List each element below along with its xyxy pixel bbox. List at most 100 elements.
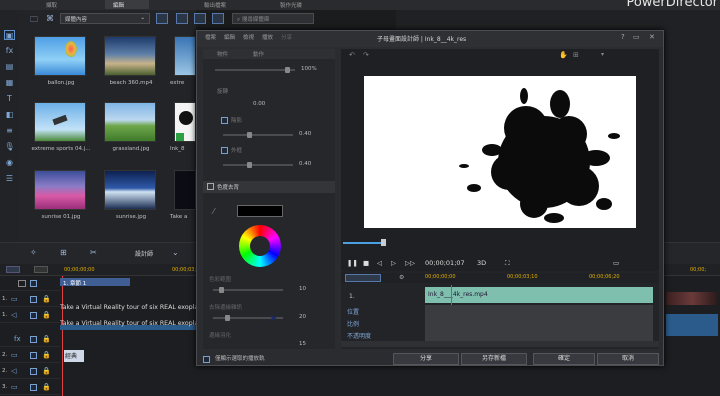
border-slider[interactable] bbox=[223, 164, 293, 166]
shadow-checkbox[interactable] bbox=[221, 117, 228, 124]
fit-button[interactable] bbox=[34, 266, 48, 273]
track-enable-checkbox[interactable] bbox=[30, 368, 37, 375]
scrub-progress[interactable] bbox=[343, 242, 383, 244]
tab-output[interactable]: 輸出檔案 bbox=[196, 0, 234, 9]
chroma-key-section[interactable]: 色度去背 bbox=[203, 181, 335, 193]
next-frame-icon[interactable]: ▷ bbox=[391, 259, 396, 267]
scissors-icon[interactable]: ✂ bbox=[90, 248, 97, 257]
3d-mode-button[interactable]: 3D bbox=[477, 259, 486, 267]
denoise-knob[interactable] bbox=[225, 315, 230, 321]
preview-canvas[interactable] bbox=[364, 76, 636, 228]
kf-row-position[interactable]: 位置 bbox=[347, 307, 359, 316]
thumb-ink[interactable] bbox=[174, 102, 196, 142]
fullscreen-icon[interactable]: ⛶ bbox=[505, 259, 510, 268]
save-as-button[interactable]: 另存新檔 bbox=[461, 353, 527, 365]
share-button[interactable]: 分享 bbox=[393, 353, 459, 365]
track-enable-checkbox[interactable] bbox=[30, 312, 37, 319]
sparkle-icon[interactable]: ✧ bbox=[30, 248, 37, 257]
thumb-take-a[interactable] bbox=[174, 170, 196, 210]
chroma-key-checkbox[interactable] bbox=[207, 183, 214, 190]
key-color-swatch[interactable] bbox=[237, 205, 283, 217]
zoom-dropdown[interactable]: ▾ bbox=[601, 51, 604, 58]
thumb-ballon[interactable] bbox=[34, 36, 86, 76]
settings-icon[interactable]: ⚙ bbox=[399, 274, 404, 281]
audio-waveform-clip[interactable] bbox=[666, 314, 718, 336]
stop-icon[interactable]: ■ bbox=[363, 259, 369, 267]
kf-row-scale[interactable]: 比例 bbox=[347, 319, 359, 328]
tab-capture[interactable]: 擷取 bbox=[38, 0, 65, 9]
film-strip-clip[interactable] bbox=[666, 292, 718, 305]
layout-icon[interactable]: ⊞ bbox=[60, 248, 67, 257]
tab-object[interactable]: 物件 bbox=[217, 50, 228, 58]
menu-play[interactable]: 播放 bbox=[262, 35, 273, 41]
lock-icon[interactable]: 🔒 bbox=[42, 367, 51, 375]
audio-mix-icon[interactable]: ≡ bbox=[4, 126, 15, 136]
scrub-knob[interactable] bbox=[381, 239, 386, 246]
only-selected-checkbox[interactable] bbox=[203, 356, 210, 363]
video-clip-title[interactable]: Take a Virtual Reality tour of six REAL … bbox=[60, 304, 196, 314]
opacity-slider[interactable] bbox=[215, 69, 295, 71]
track-enable-checkbox[interactable] bbox=[30, 352, 37, 359]
help-icon[interactable]: ? bbox=[621, 33, 625, 41]
lock-icon[interactable]: 🔒 bbox=[42, 383, 51, 391]
track-manager-button[interactable] bbox=[6, 266, 20, 273]
display-icon[interactable]: ▭ bbox=[613, 259, 619, 267]
thumb-grassland[interactable] bbox=[104, 102, 156, 142]
fx-icon[interactable]: fx bbox=[4, 46, 15, 56]
grid-icon[interactable]: ⊞ bbox=[573, 51, 579, 59]
thumb-beach360[interactable] bbox=[104, 36, 156, 76]
kf-clip[interactable]: Ink_8___4k_res.mp4 bbox=[425, 287, 653, 303]
tab-disc[interactable]: 製作光碟 bbox=[272, 0, 310, 9]
chapter-icon[interactable]: ◉ bbox=[4, 158, 15, 168]
thumb-sunrise[interactable] bbox=[104, 170, 156, 210]
pip-icon[interactable]: ▤ bbox=[4, 62, 15, 72]
menu-file[interactable]: 檔案 bbox=[205, 35, 216, 41]
kf-row-opacity[interactable]: 不透明度 bbox=[347, 331, 371, 340]
fast-forward-icon[interactable]: ▷▷ bbox=[405, 259, 415, 267]
tab-edit[interactable]: 編輯 bbox=[105, 0, 149, 9]
undo-icon[interactable]: ↶ bbox=[349, 51, 355, 59]
view-all-button[interactable] bbox=[156, 13, 168, 24]
track-enable-checkbox[interactable] bbox=[30, 280, 37, 287]
redo-icon[interactable]: ↷ bbox=[363, 51, 369, 59]
ok-button[interactable]: 確定 bbox=[533, 353, 595, 365]
thumb-extreme-sports[interactable] bbox=[34, 102, 86, 142]
track-enable-checkbox[interactable] bbox=[30, 336, 37, 343]
lock-icon[interactable]: 🔒 bbox=[42, 311, 51, 319]
close-icon[interactable]: ✕ bbox=[649, 33, 655, 41]
menu-view[interactable]: 檢視 bbox=[243, 35, 254, 41]
chevron-down-icon[interactable]: ⌄ bbox=[172, 248, 179, 257]
track-enable-checkbox[interactable] bbox=[30, 296, 37, 303]
chapter-marker[interactable]: 1. 章節 1 bbox=[60, 278, 130, 287]
plugin-icon[interactable]: ⌘ bbox=[46, 14, 54, 23]
view-video-button[interactable] bbox=[176, 13, 188, 24]
import-folder-icon[interactable]: 🗀 bbox=[30, 14, 38, 28]
pause-icon[interactable]: ❚❚ bbox=[347, 259, 358, 267]
lock-icon[interactable]: 🔒 bbox=[42, 335, 51, 343]
color-wheel[interactable] bbox=[239, 225, 281, 267]
designer-menu[interactable]: 設計師 bbox=[135, 249, 153, 258]
border-checkbox[interactable] bbox=[221, 147, 228, 154]
eyedropper-icon[interactable]: ⁄ bbox=[213, 207, 214, 216]
view-image-button[interactable] bbox=[194, 13, 206, 24]
shadow-knob[interactable] bbox=[247, 132, 252, 138]
media-filter-dropdown[interactable]: 媒體內容 ⌄ bbox=[60, 13, 150, 24]
maximize-icon[interactable]: ▭ bbox=[633, 33, 640, 41]
border-knob[interactable] bbox=[247, 162, 252, 168]
keyframe-toggle[interactable] bbox=[345, 274, 381, 282]
transition-icon[interactable]: ◧ bbox=[4, 110, 15, 120]
particle-icon[interactable]: ▦ bbox=[4, 78, 15, 88]
subtitle-icon[interactable]: ☰ bbox=[4, 174, 15, 184]
voice-record-icon[interactable]: 🎙 bbox=[4, 142, 15, 152]
lock-icon[interactable]: 🔒 bbox=[42, 351, 51, 359]
media-room-icon[interactable]: ▣ bbox=[4, 30, 15, 40]
search-input[interactable]: ⌕ 搜尋媒體庫 bbox=[232, 13, 314, 24]
view-audio-button[interactable] bbox=[212, 13, 224, 24]
title-icon[interactable]: T bbox=[4, 94, 15, 104]
shadow-slider[interactable] bbox=[223, 134, 293, 136]
audio-clip-title[interactable]: Take a Virtual Reality tour of six REAL … bbox=[60, 320, 196, 330]
kf-scrollbar[interactable] bbox=[341, 341, 659, 347]
hand-tool-icon[interactable]: ✋ bbox=[559, 51, 568, 59]
track-enable-checkbox[interactable] bbox=[30, 384, 37, 391]
title-clip[interactable]: 經典 bbox=[64, 350, 84, 362]
